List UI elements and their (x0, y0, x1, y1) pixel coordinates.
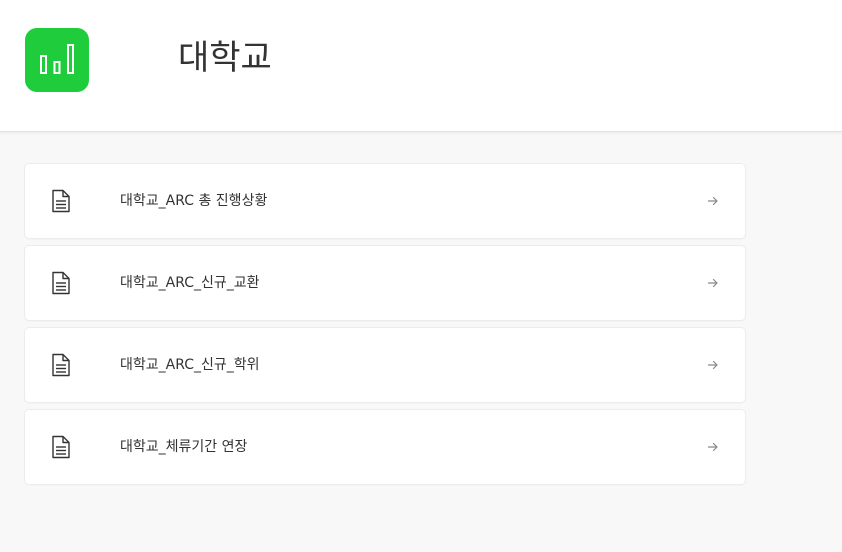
document-icon (52, 271, 70, 295)
document-icon (52, 435, 70, 459)
page-title: 대학교 (178, 38, 272, 78)
arrow-right-icon[interactable] (707, 277, 719, 289)
list-item[interactable]: 대학교_ARC 총 진행상황 (25, 164, 745, 238)
list-item[interactable]: 대학교_ARC_신규_학위 (25, 328, 745, 402)
bar-chart-icon (40, 44, 74, 74)
document-icon (52, 353, 70, 377)
document-icon (52, 189, 70, 213)
arrow-right-icon[interactable] (707, 195, 719, 207)
arrow-right-icon[interactable] (707, 441, 719, 453)
list-item-label: 대학교_ARC 총 진행상황 (120, 193, 268, 209)
list-item-label: 대학교_ARC_신규_교환 (120, 275, 260, 291)
report-list: 대학교_ARC 총 진행상황 대학교_ARC_신규_교환 대학교_ARC_신규_… (25, 164, 745, 492)
app-header: 대학교 (0, 0, 842, 132)
list-item[interactable]: 대학교_ARC_신규_교환 (25, 246, 745, 320)
list-item-label: 대학교_ARC_신규_학위 (120, 357, 260, 373)
app-logo[interactable] (25, 28, 89, 92)
list-item-label: 대학교_체류기간 연장 (120, 439, 248, 455)
arrow-right-icon[interactable] (707, 359, 719, 371)
list-item[interactable]: 대학교_체류기간 연장 (25, 410, 745, 484)
